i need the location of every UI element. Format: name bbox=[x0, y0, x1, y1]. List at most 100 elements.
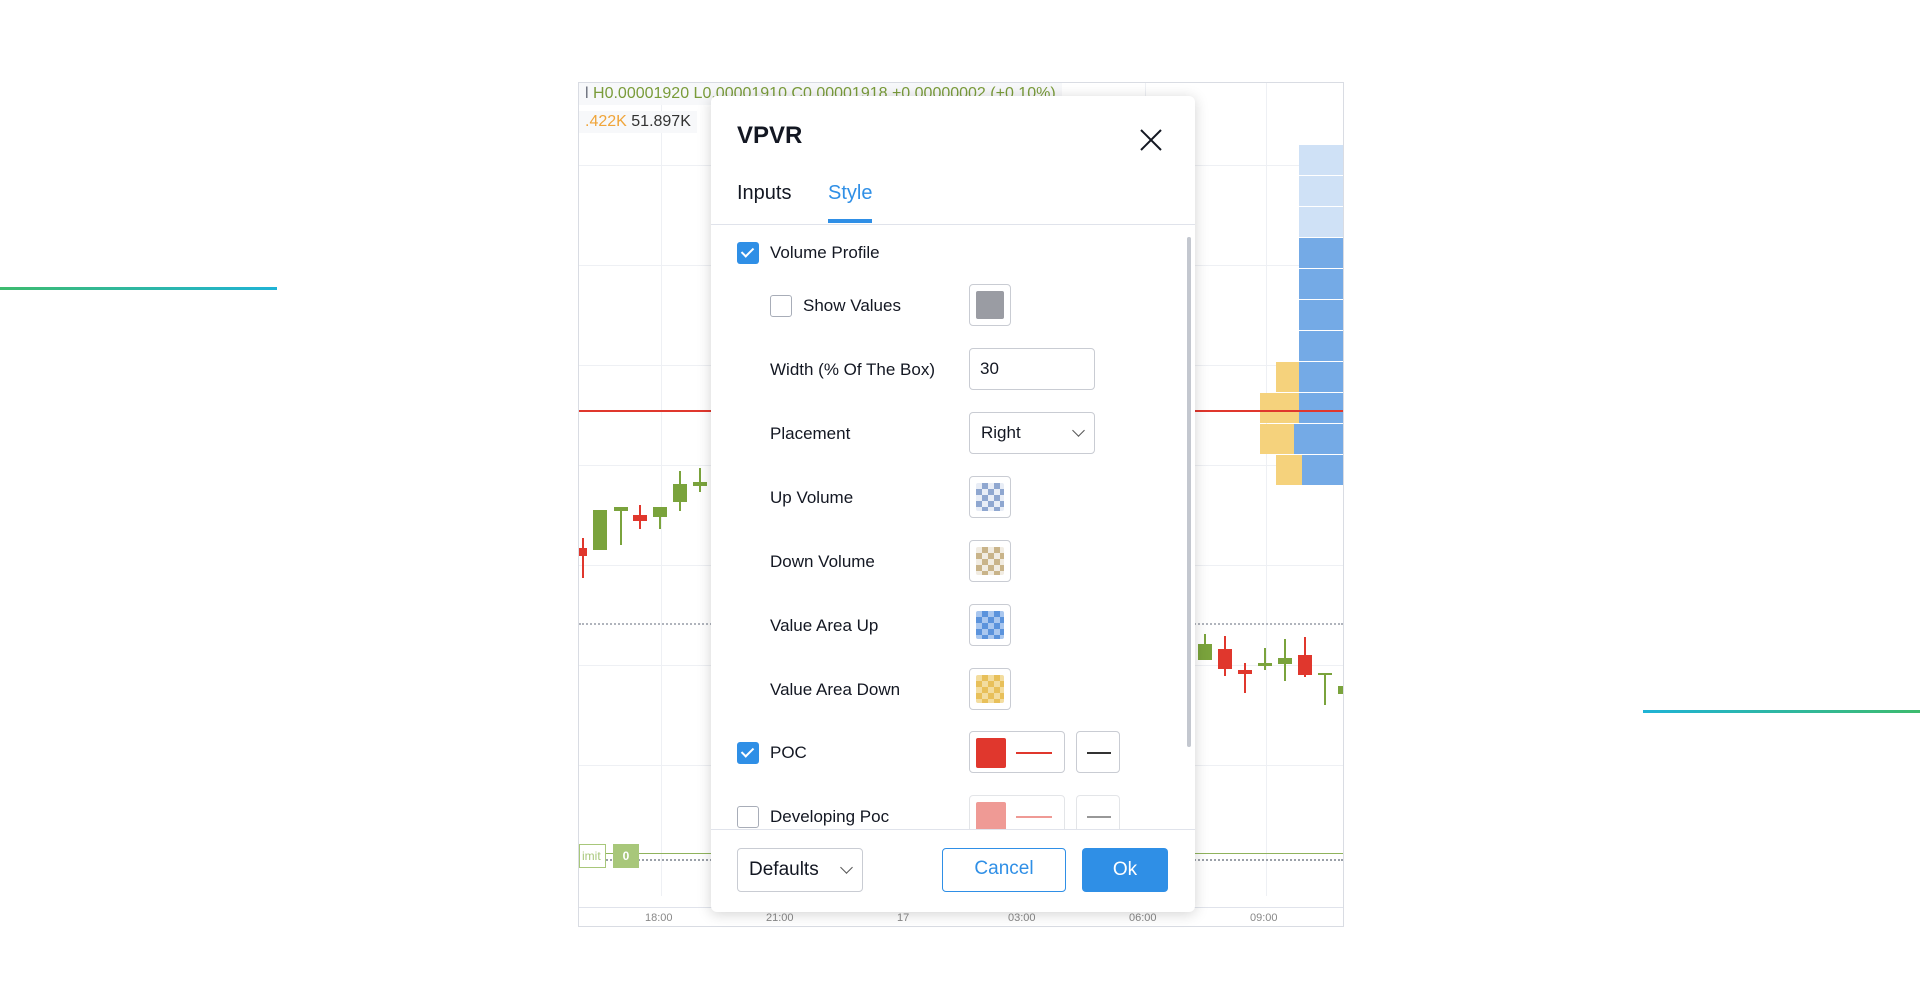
volume-profile-bar bbox=[1260, 393, 1299, 423]
poc-line-style-button[interactable] bbox=[1076, 731, 1120, 773]
line-sample bbox=[1016, 752, 1052, 754]
volume-profile-bar bbox=[1302, 455, 1343, 485]
poc-label: POC bbox=[770, 743, 807, 762]
row-show-values: Show Values bbox=[711, 284, 1181, 328]
volume-profile-bar bbox=[1299, 393, 1343, 423]
grid-line bbox=[1266, 83, 1267, 896]
candle-wick bbox=[582, 538, 584, 578]
candle-wick bbox=[639, 505, 641, 529]
defaults-label: Defaults bbox=[749, 859, 819, 880]
down-volume-color-swatch[interactable] bbox=[969, 540, 1011, 582]
volume-profile-bar bbox=[1299, 207, 1343, 237]
value-area-down-label: Value Area Down bbox=[770, 680, 901, 699]
legend-prefix: l bbox=[585, 85, 589, 102]
candle-wick bbox=[699, 468, 701, 492]
chevron-down-icon bbox=[840, 861, 853, 874]
defaults-dropdown[interactable]: Defaults bbox=[737, 848, 863, 892]
limit-order-quantity[interactable]: 0 bbox=[613, 844, 639, 868]
placement-label: Placement bbox=[770, 424, 851, 443]
value-area-down-color-swatch[interactable] bbox=[969, 668, 1011, 710]
ok-button[interactable]: Ok bbox=[1082, 848, 1168, 892]
volume-profile-bar bbox=[1299, 331, 1343, 361]
vpvr-settings-dialog: VPVR Inputs Style Volume Profile Show Va… bbox=[711, 96, 1195, 912]
tab-style[interactable]: Style bbox=[828, 182, 873, 223]
width-input[interactable] bbox=[969, 348, 1095, 390]
row-volume-profile: Volume Profile bbox=[711, 231, 1181, 275]
row-value-area-down: Value Area Down bbox=[711, 668, 1181, 712]
style-settings-panel[interactable]: Volume Profile Show Values Width (% Of T… bbox=[711, 225, 1195, 829]
candle-wick bbox=[1284, 639, 1286, 681]
width-label: Width (% Of The Box) bbox=[770, 360, 936, 379]
time-tick: 17 bbox=[897, 912, 910, 924]
candle-wick bbox=[1304, 637, 1306, 677]
show-values-checkbox[interactable] bbox=[770, 295, 792, 317]
volume-profile-bar bbox=[1299, 300, 1343, 330]
row-poc: POC bbox=[711, 731, 1181, 775]
time-tick: 09:00 bbox=[1250, 912, 1278, 924]
volume-profile-bar bbox=[1299, 362, 1343, 392]
volume-profile-bar bbox=[1294, 424, 1343, 454]
cancel-button[interactable]: Cancel bbox=[942, 848, 1066, 892]
value-area-up-label: Value Area Up bbox=[770, 616, 879, 635]
time-tick: 18:00 bbox=[645, 912, 673, 924]
volume-profile-bar bbox=[1276, 455, 1302, 485]
candle-wick bbox=[1224, 636, 1226, 676]
decorative-line-left bbox=[0, 287, 277, 290]
legend-volume-a: .422K bbox=[585, 113, 627, 130]
row-down-volume: Down Volume bbox=[711, 540, 1181, 584]
candle-wick bbox=[659, 507, 661, 529]
legend-volume-b: 51.897K bbox=[631, 113, 691, 130]
row-width: Width (% Of The Box) bbox=[711, 348, 1181, 392]
color-fill bbox=[976, 483, 1004, 511]
time-tick: 06:00 bbox=[1129, 912, 1157, 924]
volume-profile-bar bbox=[1299, 145, 1343, 175]
candle-wick bbox=[679, 471, 681, 511]
volume-profile-bar bbox=[1276, 362, 1299, 392]
developing-poc-label: Developing Poc bbox=[770, 807, 890, 826]
candle bbox=[593, 510, 607, 550]
placement-value: Right bbox=[981, 423, 1021, 442]
grid-line bbox=[661, 83, 662, 896]
show-values-color-swatch[interactable] bbox=[969, 284, 1011, 326]
developing-poc-checkbox[interactable] bbox=[737, 806, 759, 828]
color-fill bbox=[976, 738, 1006, 768]
volume-legend: .422K 51.897K bbox=[579, 111, 697, 133]
color-fill bbox=[976, 802, 1006, 829]
volume-profile-checkbox[interactable] bbox=[737, 242, 759, 264]
close-icon bbox=[1140, 129, 1162, 151]
up-volume-color-swatch[interactable] bbox=[969, 476, 1011, 518]
show-values-label: Show Values bbox=[803, 296, 901, 315]
color-fill bbox=[976, 291, 1004, 319]
down-volume-label: Down Volume bbox=[770, 552, 875, 571]
poc-checkbox[interactable] bbox=[737, 742, 759, 764]
developing-poc-color-swatch[interactable] bbox=[969, 795, 1065, 829]
footer-divider bbox=[711, 829, 1195, 830]
limit-order-label[interactable]: imit bbox=[579, 844, 606, 868]
developing-poc-line-style-button[interactable] bbox=[1076, 795, 1120, 829]
chevron-down-icon bbox=[1072, 424, 1085, 437]
time-tick: 21:00 bbox=[766, 912, 794, 924]
tab-inputs[interactable]: Inputs bbox=[737, 182, 791, 219]
candle-wick bbox=[620, 507, 622, 545]
placement-select[interactable]: Right bbox=[969, 412, 1095, 454]
candle-wick bbox=[1244, 663, 1246, 693]
row-developing-poc: Developing Poc bbox=[711, 795, 1181, 829]
value-area-up-color-swatch[interactable] bbox=[969, 604, 1011, 646]
up-volume-label: Up Volume bbox=[770, 488, 854, 507]
scrollbar-thumb[interactable] bbox=[1187, 237, 1191, 747]
poc-line-color-swatch[interactable] bbox=[969, 731, 1065, 773]
candle-wick bbox=[1204, 634, 1206, 660]
color-fill bbox=[976, 547, 1004, 575]
row-value-area-up: Value Area Up bbox=[711, 604, 1181, 648]
time-tick: 03:00 bbox=[1008, 912, 1036, 924]
decorative-line-right bbox=[1643, 710, 1920, 713]
dialog-title: VPVR bbox=[737, 122, 803, 149]
line-style-icon bbox=[1087, 752, 1111, 754]
volume-profile-bar bbox=[1299, 176, 1343, 206]
line-style-icon bbox=[1087, 816, 1111, 818]
row-up-volume: Up Volume bbox=[711, 476, 1181, 520]
line-sample bbox=[1016, 816, 1052, 818]
volume-profile-bar bbox=[1260, 424, 1294, 454]
close-button[interactable] bbox=[1137, 126, 1165, 154]
volume-profile-label: Volume Profile bbox=[770, 243, 880, 262]
